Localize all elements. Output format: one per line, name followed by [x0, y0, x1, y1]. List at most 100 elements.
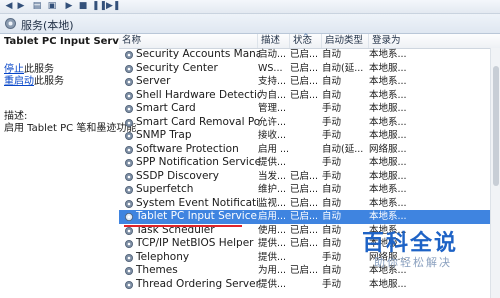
service-description: 允许... — [258, 116, 287, 128]
service-gear-icon — [125, 118, 133, 127]
service-description: 当发... — [258, 170, 287, 182]
service-gear-icon — [125, 172, 133, 181]
service-name: Superfetch — [122, 183, 260, 197]
service-gear-icon — [125, 51, 133, 59]
service-description: WS... — [258, 62, 283, 74]
service-gear-icon — [125, 199, 133, 208]
service-name-text: Themes — [136, 264, 178, 276]
service-row[interactable]: Software Protection 启用 ... 自动(延... 网络服... — [119, 143, 500, 157]
service-row[interactable]: Shell Hardware Detection 为自... 已启... 自动 本地系.… — [119, 89, 500, 103]
stop-icon[interactable]: ■ — [78, 1, 88, 11]
service-status: 已启... — [290, 184, 319, 195]
pause-icon[interactable]: ❚❚ — [92, 1, 107, 11]
restart-service-link[interactable]: 重启动 — [4, 76, 34, 87]
service-row[interactable]: SNMP Trap 接收... 手动 本地服... — [119, 129, 500, 143]
service-gear-icon — [125, 267, 133, 275]
service-startup-type: 手动 — [322, 278, 342, 290]
column-header-row: 名称 描述 状态 启动类型 登录为 ⌃ — [119, 33, 500, 49]
service-name-text: System Event Notification S... — [136, 196, 260, 209]
service-startup-type: 自动(延... — [322, 143, 364, 155]
service-name: Server — [122, 75, 260, 89]
service-row[interactable]: System Event Notification S...监视...已启...… — [119, 197, 500, 211]
service-name-text: SSDP Discovery — [136, 169, 219, 182]
service-row[interactable]: Server 支持... 已启... 自动 本地系... — [119, 75, 500, 89]
refresh-icon[interactable]: ▤ — [32, 1, 42, 11]
toolbar: ◀ ▶ ▤ ▣ ▶ ■ ❚❚ ▶❚ — [0, 0, 500, 14]
service-row[interactable]: Security Center WS... 已启... 自动(延... 本地服... — [119, 62, 500, 76]
service-status — [290, 129, 322, 143]
service-status: 已启... — [290, 211, 319, 222]
service-status — [290, 102, 322, 116]
service-name: SNMP Trap — [122, 129, 260, 143]
service-row-selected[interactable]: Tablet PC Input Service 启用... 已启... 自动 本地系..… — [119, 210, 500, 224]
service-name-text: Smart Card — [136, 102, 196, 114]
service-row[interactable]: Security Accounts Manager启动...已启...自动 本地系… — [119, 48, 500, 62]
service-status: 已启... — [290, 49, 319, 60]
forward-arrow-icon[interactable]: ▶ — [16, 1, 26, 11]
service-status: 已启... — [290, 89, 319, 101]
service-logon-as: 本地服... — [369, 103, 407, 114]
highlight-underline — [124, 225, 242, 227]
column-header-startup-type[interactable]: 启动类型 — [322, 34, 369, 48]
watermark: 百科全说 助你轻松解决 — [362, 225, 482, 275]
service-status — [290, 251, 322, 265]
service-startup-type: 手动 — [322, 103, 342, 114]
service-name-text: Security Center — [136, 61, 218, 74]
service-status — [290, 143, 322, 157]
service-gear-icon — [125, 145, 133, 154]
service-startup-type: 手动 — [322, 157, 342, 168]
service-name: Smart Card — [122, 102, 260, 116]
service-description: 维护... — [258, 184, 287, 195]
restart-service-suffix: 此服务 — [34, 76, 64, 87]
service-gear-icon — [125, 91, 133, 100]
service-row[interactable]: SSDP Discovery 当发... 已启... 手动 本地服... — [119, 170, 500, 184]
service-description: 接收... — [258, 130, 287, 141]
service-logon-as: 本地服... — [369, 170, 407, 182]
service-name: Security Center — [122, 62, 260, 76]
column-header-description[interactable]: 描述 — [258, 34, 290, 48]
service-startup-type: 自动 — [322, 211, 342, 222]
restart-service-line: 重启动此服务 — [4, 72, 64, 87]
service-logon-as: 本地服... — [369, 130, 407, 141]
service-status: 已启... — [290, 76, 319, 87]
service-status: 已启... — [290, 265, 319, 276]
service-logon-as: 本地系... — [369, 89, 407, 101]
service-startup-type: 手动 — [322, 170, 342, 182]
service-name: Security Accounts Manager — [122, 48, 260, 62]
pane-title: 服务(本地) — [21, 19, 74, 32]
service-name-text: TCP/IP NetBIOS Helper — [136, 237, 254, 249]
column-header-name[interactable]: 名称 — [119, 34, 258, 48]
service-name: Thread Ordering Server — [122, 278, 260, 292]
service-logon-as: 本地系... — [369, 197, 407, 209]
service-name: Themes — [122, 264, 260, 278]
service-row[interactable]: SPP Notification Service 提供... 手动 本地服... — [119, 156, 500, 170]
service-name: System Event Notification S... — [122, 197, 260, 211]
service-description: 为自... — [258, 89, 287, 101]
service-logon-as: 本地服... — [369, 278, 407, 290]
selected-service-title: Tablet PC Input Service — [4, 36, 136, 47]
help-icon[interactable]: ▣ — [47, 1, 57, 11]
service-description: 提供... — [258, 238, 287, 249]
service-logon-as: 本地系... — [369, 76, 407, 87]
service-row[interactable]: Smart Card 管理... 手动 本地服... — [119, 102, 500, 116]
vertical-scrollbar[interactable] — [490, 48, 500, 298]
service-startup-type: 自动 — [322, 184, 342, 195]
service-row[interactable]: Thread Ordering Server 提供... 手动 本地服... — [119, 278, 500, 292]
service-row[interactable]: Superfetch 维护... 已启... 自动 本地系... — [119, 183, 500, 197]
service-logon-as: 本地系... — [369, 184, 407, 195]
service-name: Tablet PC Input Service — [122, 210, 260, 224]
service-status — [290, 156, 322, 170]
scrollbar-thumb[interactable] — [493, 66, 499, 186]
service-startup-type: 自动 — [322, 89, 342, 101]
play-icon[interactable]: ▶ — [64, 1, 74, 11]
service-description: 提供... — [258, 278, 287, 290]
service-gear-icon — [125, 105, 133, 113]
column-header-logon-as[interactable]: 登录为 — [369, 34, 500, 48]
service-name-text: Software Protection — [136, 142, 239, 155]
restart-icon[interactable]: ▶❚ — [106, 1, 120, 11]
service-gear-icon — [125, 78, 133, 86]
service-status: 已启... — [290, 170, 319, 182]
service-row[interactable]: Smart Card Removal Policy允许... 手动 本地系... — [119, 116, 500, 130]
service-name-text: Superfetch — [136, 183, 194, 195]
back-arrow-icon[interactable]: ◀ — [4, 1, 14, 11]
